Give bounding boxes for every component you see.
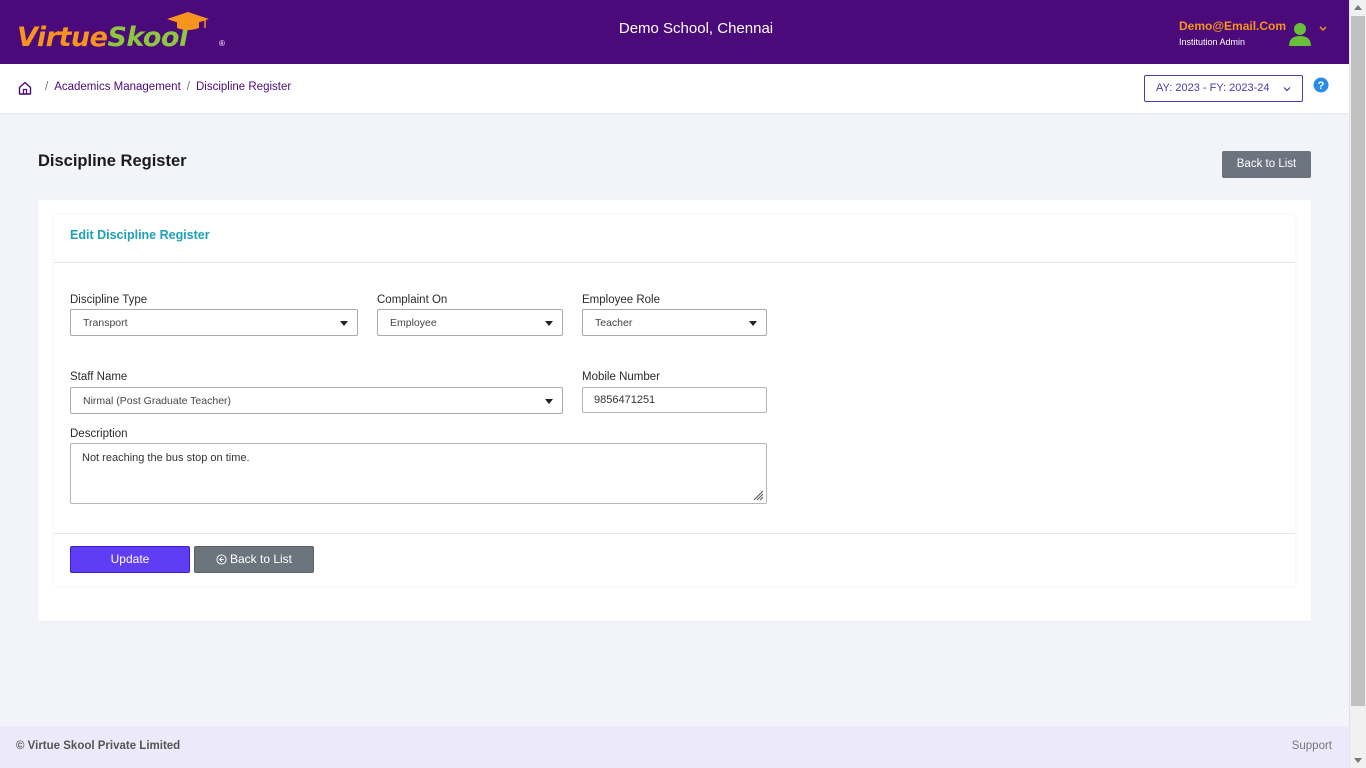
breadcrumb-separator: /	[45, 81, 49, 93]
page-title: Discipline Register	[38, 152, 187, 170]
breadcrumb-discipline-register[interactable]: Discipline Register	[196, 81, 291, 93]
resize-grip-icon[interactable]	[752, 489, 764, 501]
academic-year-select[interactable]: AY: 2023 - FY: 2023-24	[1144, 75, 1303, 102]
description-label: Description	[70, 428, 128, 440]
mobile-number-input[interactable]: 9856471251	[582, 387, 767, 413]
dropdown-arrow-icon	[545, 399, 553, 404]
staff-name-select[interactable]: Nirmal (Post Graduate Teacher)	[70, 387, 563, 414]
footer-support-link[interactable]: Support	[1292, 740, 1332, 752]
complaint-on-select[interactable]: Employee	[377, 309, 563, 336]
description-value: Not reaching the bus stop on time.	[82, 452, 250, 464]
staff-name-value: Nirmal (Post Graduate Teacher)	[83, 395, 232, 407]
logo-registered-mark: ®	[219, 39, 225, 48]
complaint-on-value: Employee	[390, 317, 437, 329]
scrollbar-thumb[interactable]	[1351, 16, 1365, 706]
discipline-type-label: Discipline Type	[70, 294, 148, 306]
footer-copyright: © Virtue Skool Private Limited	[16, 740, 181, 752]
user-email[interactable]: Demo@Email.Com	[1179, 19, 1286, 33]
card-footer-divider	[54, 533, 1295, 534]
scroll-up-arrow-icon[interactable]	[1354, 5, 1362, 10]
breadcrumb-academics-management[interactable]: Academics Management	[54, 81, 181, 93]
dropdown-arrow-icon	[749, 321, 757, 326]
vertical-scrollbar[interactable]	[1349, 0, 1366, 768]
staff-name-label: Staff Name	[70, 371, 128, 383]
dropdown-arrow-icon	[340, 321, 348, 326]
home-icon[interactable]	[18, 81, 32, 95]
back-to-list-button[interactable]: Back to List	[194, 546, 314, 573]
employee-role-label: Employee Role	[582, 294, 660, 306]
back-to-list-button-top[interactable]: Back to List	[1222, 151, 1311, 178]
complaint-on-label: Complaint On	[377, 294, 448, 306]
update-button[interactable]: Update	[70, 546, 190, 573]
card-header-divider	[54, 262, 1295, 263]
mobile-number-label: Mobile Number	[582, 371, 660, 383]
breadcrumb: / Academics Management / Discipline Registe…	[39, 81, 291, 93]
dropdown-arrow-icon	[545, 321, 553, 326]
employee-role-value: Teacher	[595, 317, 633, 329]
academic-year-value: AY: 2023 - FY: 2023-24	[1156, 82, 1270, 94]
user-avatar-icon[interactable]	[1289, 22, 1311, 46]
description-textarea[interactable]: Not reaching the bus stop on time.	[70, 443, 767, 504]
chevron-down-icon	[1283, 87, 1291, 92]
scroll-down-arrow-icon[interactable]	[1354, 758, 1362, 763]
chevron-down-icon[interactable]	[1318, 24, 1328, 34]
help-icon[interactable]: ?	[1313, 77, 1329, 93]
page-footer: © Virtue Skool Private Limited Support	[0, 726, 1349, 768]
back-to-list-label: Back to List	[229, 552, 293, 566]
svg-text:?: ?	[1318, 80, 1325, 92]
discipline-type-value: Transport	[83, 317, 128, 329]
employee-role-select[interactable]: Teacher	[582, 309, 767, 336]
discipline-type-select[interactable]: Transport	[70, 309, 358, 336]
breadcrumb-bar: / Academics Management / Discipline Registe…	[0, 64, 1349, 113]
card-title: Edit Discipline Register	[70, 228, 210, 242]
school-name: Demo School, Chennai	[618, 20, 774, 37]
top-header: VirtueSkool ® Demo School, Chennai Demo@…	[0, 0, 1349, 64]
circle-arrow-left-icon	[216, 554, 227, 565]
user-role: Institution Admin	[1179, 37, 1246, 47]
breadcrumb-separator: /	[186, 81, 190, 93]
